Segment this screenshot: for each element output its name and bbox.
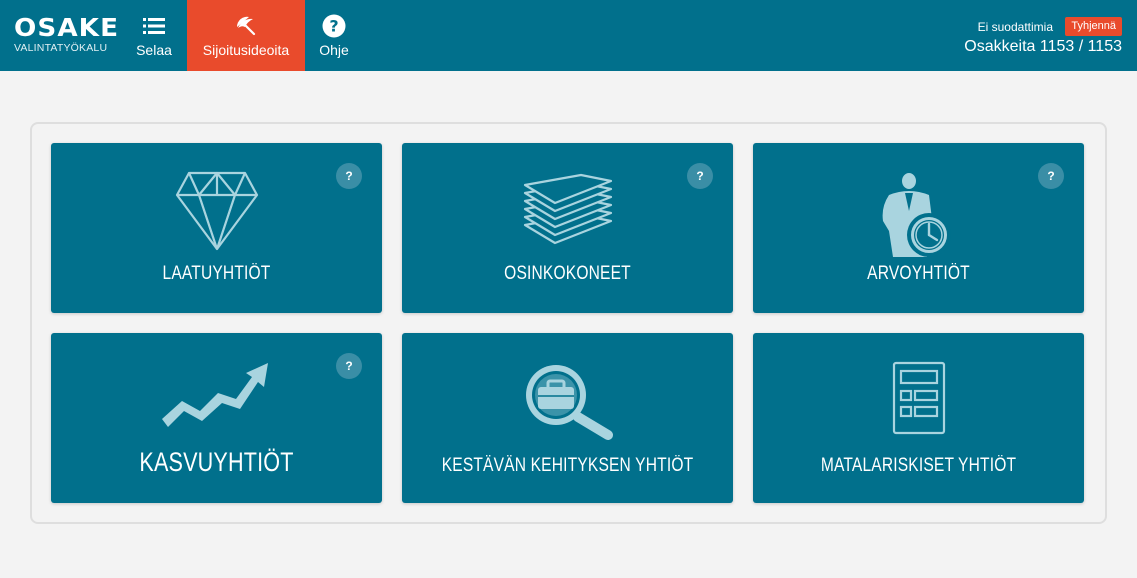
- card-low-risk-companies[interactable]: MATALARISKISET YHTIÖT: [753, 333, 1084, 503]
- nav-help-label: Ohje: [319, 42, 349, 58]
- diamond-icon: [51, 171, 382, 251]
- card-title: ARVOYHTIÖT: [867, 263, 970, 284]
- nav-investment-ideas[interactable]: Sijoitusideoita: [187, 0, 305, 71]
- nav-help[interactable]: ? Ohje: [305, 0, 363, 71]
- clear-filters-button[interactable]: Tyhjennä: [1065, 17, 1122, 36]
- nav-browse[interactable]: Selaa: [124, 0, 184, 71]
- stock-count: Osakkeita 1153 / 1153: [964, 38, 1122, 55]
- card-title: KASVUYHTIÖT: [139, 447, 294, 477]
- paper-stack-icon: [402, 173, 733, 247]
- nav-investment-ideas-label: Sijoitusideoita: [202, 42, 290, 58]
- logo-main-text: OSAKE: [14, 13, 120, 42]
- card-growth-companies[interactable]: ? KASVUYHTIÖT: [51, 333, 382, 503]
- card-quality-companies[interactable]: ? LAATUYHTIÖT: [51, 143, 382, 313]
- nav-browse-label: Selaa: [136, 42, 172, 58]
- filter-status: Ei suodattimia: [977, 20, 1053, 34]
- card-title: OSINKOKONEET: [504, 263, 631, 284]
- question-circle-icon: ?: [321, 13, 347, 39]
- card-dividend-machines[interactable]: ? OSINKOKONEET: [402, 143, 733, 313]
- card-title: KESTÄVÄN KEHITYKSEN YHTIÖT: [441, 455, 694, 476]
- investment-ideas-panel: ? LAATUYHTIÖT ? OSINKOKONEET ? ARVOYHTIÖ…: [30, 122, 1107, 524]
- card-title: MATALARISKISET YHTIÖT: [820, 455, 1017, 476]
- card-sustainable-companies[interactable]: KESTÄVÄN KEHITYKSEN YHTIÖT: [402, 333, 733, 503]
- growth-arrow-icon: [51, 359, 382, 429]
- logo[interactable]: OSAKE VALINTATYÖKALU: [14, 14, 118, 58]
- businessman-clock-icon: [753, 171, 1084, 257]
- card-title: LAATUYHTIÖT: [162, 263, 271, 284]
- card-value-companies[interactable]: ? ARVOYHTIÖT: [753, 143, 1084, 313]
- logo-sub-text: VALINTATYÖKALU: [14, 42, 108, 54]
- list-icon: [141, 13, 167, 39]
- top-bar: OSAKE VALINTATYÖKALU Selaa Sijoitusideoi…: [0, 0, 1137, 71]
- umbrella-icon: [233, 13, 259, 39]
- magnifier-briefcase-icon: [402, 361, 733, 441]
- svg-text:?: ?: [329, 17, 338, 36]
- calculator-icon: [753, 361, 1084, 435]
